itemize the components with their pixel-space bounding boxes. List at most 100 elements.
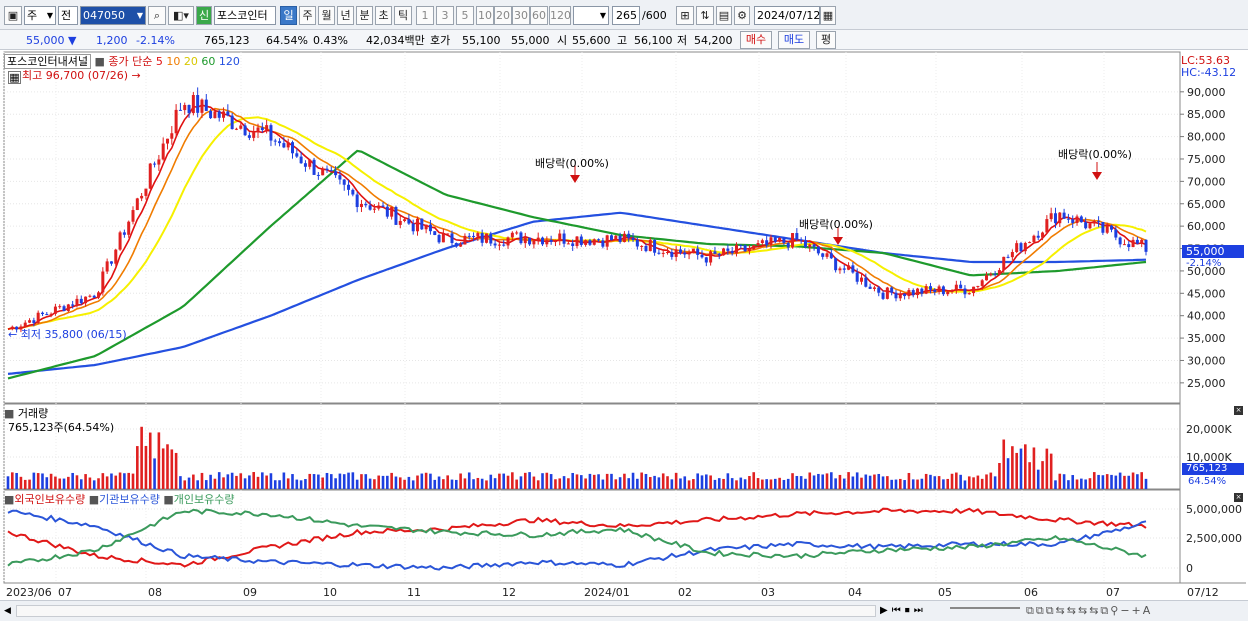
legend-institution: 기관보유수량: [99, 493, 160, 506]
volume-bar: [687, 480, 691, 489]
volume-bar: [1049, 453, 1053, 489]
volume-bar: [334, 478, 337, 489]
candle-body: [484, 233, 488, 243]
candle-body: [1049, 213, 1053, 220]
volume-bar: [101, 473, 105, 489]
candle-body: [829, 253, 833, 259]
volume-bar: [894, 479, 898, 489]
candle-body: [1053, 213, 1057, 224]
volume-bar: [1032, 447, 1036, 489]
volume-bar: [705, 474, 708, 489]
y-tick-label: 0: [1186, 562, 1193, 575]
volume-bar: [1097, 474, 1100, 489]
volume-bar: [278, 480, 281, 489]
candle-body: [1140, 239, 1144, 244]
volume-bar: [980, 478, 984, 489]
candle-body: [924, 286, 928, 294]
volume-bar: [773, 478, 777, 489]
close-volume-icon[interactable]: ×: [1234, 406, 1243, 415]
x-tick-label: 04: [848, 586, 862, 599]
playback-controls[interactable]: ▶⏮⏹⏭: [880, 605, 927, 616]
candle-body: [127, 221, 131, 235]
candle-body: [1002, 256, 1006, 271]
candle-body: [265, 125, 269, 131]
candle-body: [778, 237, 782, 242]
volume-bar: [222, 477, 225, 489]
candle-body: [898, 293, 902, 299]
candle-body: [252, 131, 256, 138]
candle-body: [678, 249, 682, 253]
volume-bar: [192, 474, 195, 489]
volume-bar: [1080, 478, 1083, 489]
volume-bar: [252, 472, 256, 489]
event-label-1: 배당락(0.00%): [535, 157, 609, 170]
volume-bar: [153, 458, 156, 489]
volume-bar: [601, 479, 605, 489]
volume-bar: [261, 472, 264, 489]
volume-bar: [653, 475, 656, 489]
candle-body: [325, 168, 329, 171]
candle-body: [92, 295, 96, 298]
volume-bar: [778, 477, 781, 489]
candle-body: [135, 198, 139, 211]
volume-bar: [286, 478, 290, 489]
volume-bar: [200, 472, 204, 489]
candle-body: [959, 284, 963, 289]
candle-body: [928, 286, 932, 290]
volume-bar: [769, 479, 773, 489]
volume-bar: [955, 472, 958, 489]
volume-bar: [657, 477, 661, 489]
zoom-slider[interactable]: [950, 607, 1020, 609]
tool-icons[interactable]: ⧉⧉⧉⇆⇆⇆⇆⧉⚲−+A: [1026, 604, 1152, 618]
stock-chart[interactable]: 90,000 85,000 80,000 75,000 70,000 65,000 60,0…: [0, 0, 1248, 621]
candle-body: [472, 235, 476, 237]
candle-body: [191, 95, 195, 114]
volume-bar: [1144, 478, 1148, 489]
candle-body: [696, 248, 700, 255]
volume-bar: [1088, 478, 1092, 489]
candle-body: [1010, 252, 1014, 258]
y-tick-label: 60,000: [1187, 220, 1226, 233]
volume-bar: [1036, 469, 1040, 489]
candle-body: [877, 287, 881, 293]
volume-bar: [1127, 475, 1131, 489]
volume-bar: [32, 472, 36, 489]
legend-ma10: 10: [166, 55, 181, 68]
candle-body: [847, 265, 851, 270]
candle-body: [566, 243, 570, 245]
candle-body: [161, 143, 165, 160]
volume-bar: [1136, 474, 1139, 489]
candle-body: [467, 235, 471, 237]
x-tick-label: 02: [678, 586, 692, 599]
y-tick-label: 45,000: [1187, 287, 1226, 300]
volume-bar: [541, 473, 544, 489]
candle-body: [338, 175, 342, 180]
candle-body: [605, 235, 609, 247]
candle-body: [907, 290, 911, 297]
volume-bar: [679, 478, 682, 489]
volume-bar: [743, 479, 747, 489]
volume-bar: [1015, 452, 1018, 489]
scroll-left-icon[interactable]: ◀: [4, 606, 11, 616]
volume-bar: [420, 473, 424, 489]
horizontal-scrollbar[interactable]: [16, 605, 876, 617]
candle-body: [640, 245, 644, 247]
x-tick-label: 07: [1106, 586, 1120, 599]
candle-body: [183, 104, 187, 111]
candle-body: [303, 163, 307, 167]
volume-bar: [976, 475, 980, 489]
volume-bar: [648, 477, 652, 489]
candle-body: [704, 257, 708, 263]
candle-body: [730, 250, 734, 254]
volume-bar: [235, 475, 238, 489]
volume-bar: [588, 473, 592, 489]
candle-body: [661, 252, 665, 254]
volume-bar: [761, 479, 764, 489]
settings-icon[interactable]: ▦: [8, 71, 21, 84]
volume-bar: [36, 473, 40, 489]
volume-bar: [933, 476, 937, 489]
volume-bar: [239, 473, 243, 489]
candle-body: [178, 109, 182, 111]
close-holding-icon[interactable]: ×: [1234, 493, 1243, 502]
candle-body: [359, 203, 363, 208]
